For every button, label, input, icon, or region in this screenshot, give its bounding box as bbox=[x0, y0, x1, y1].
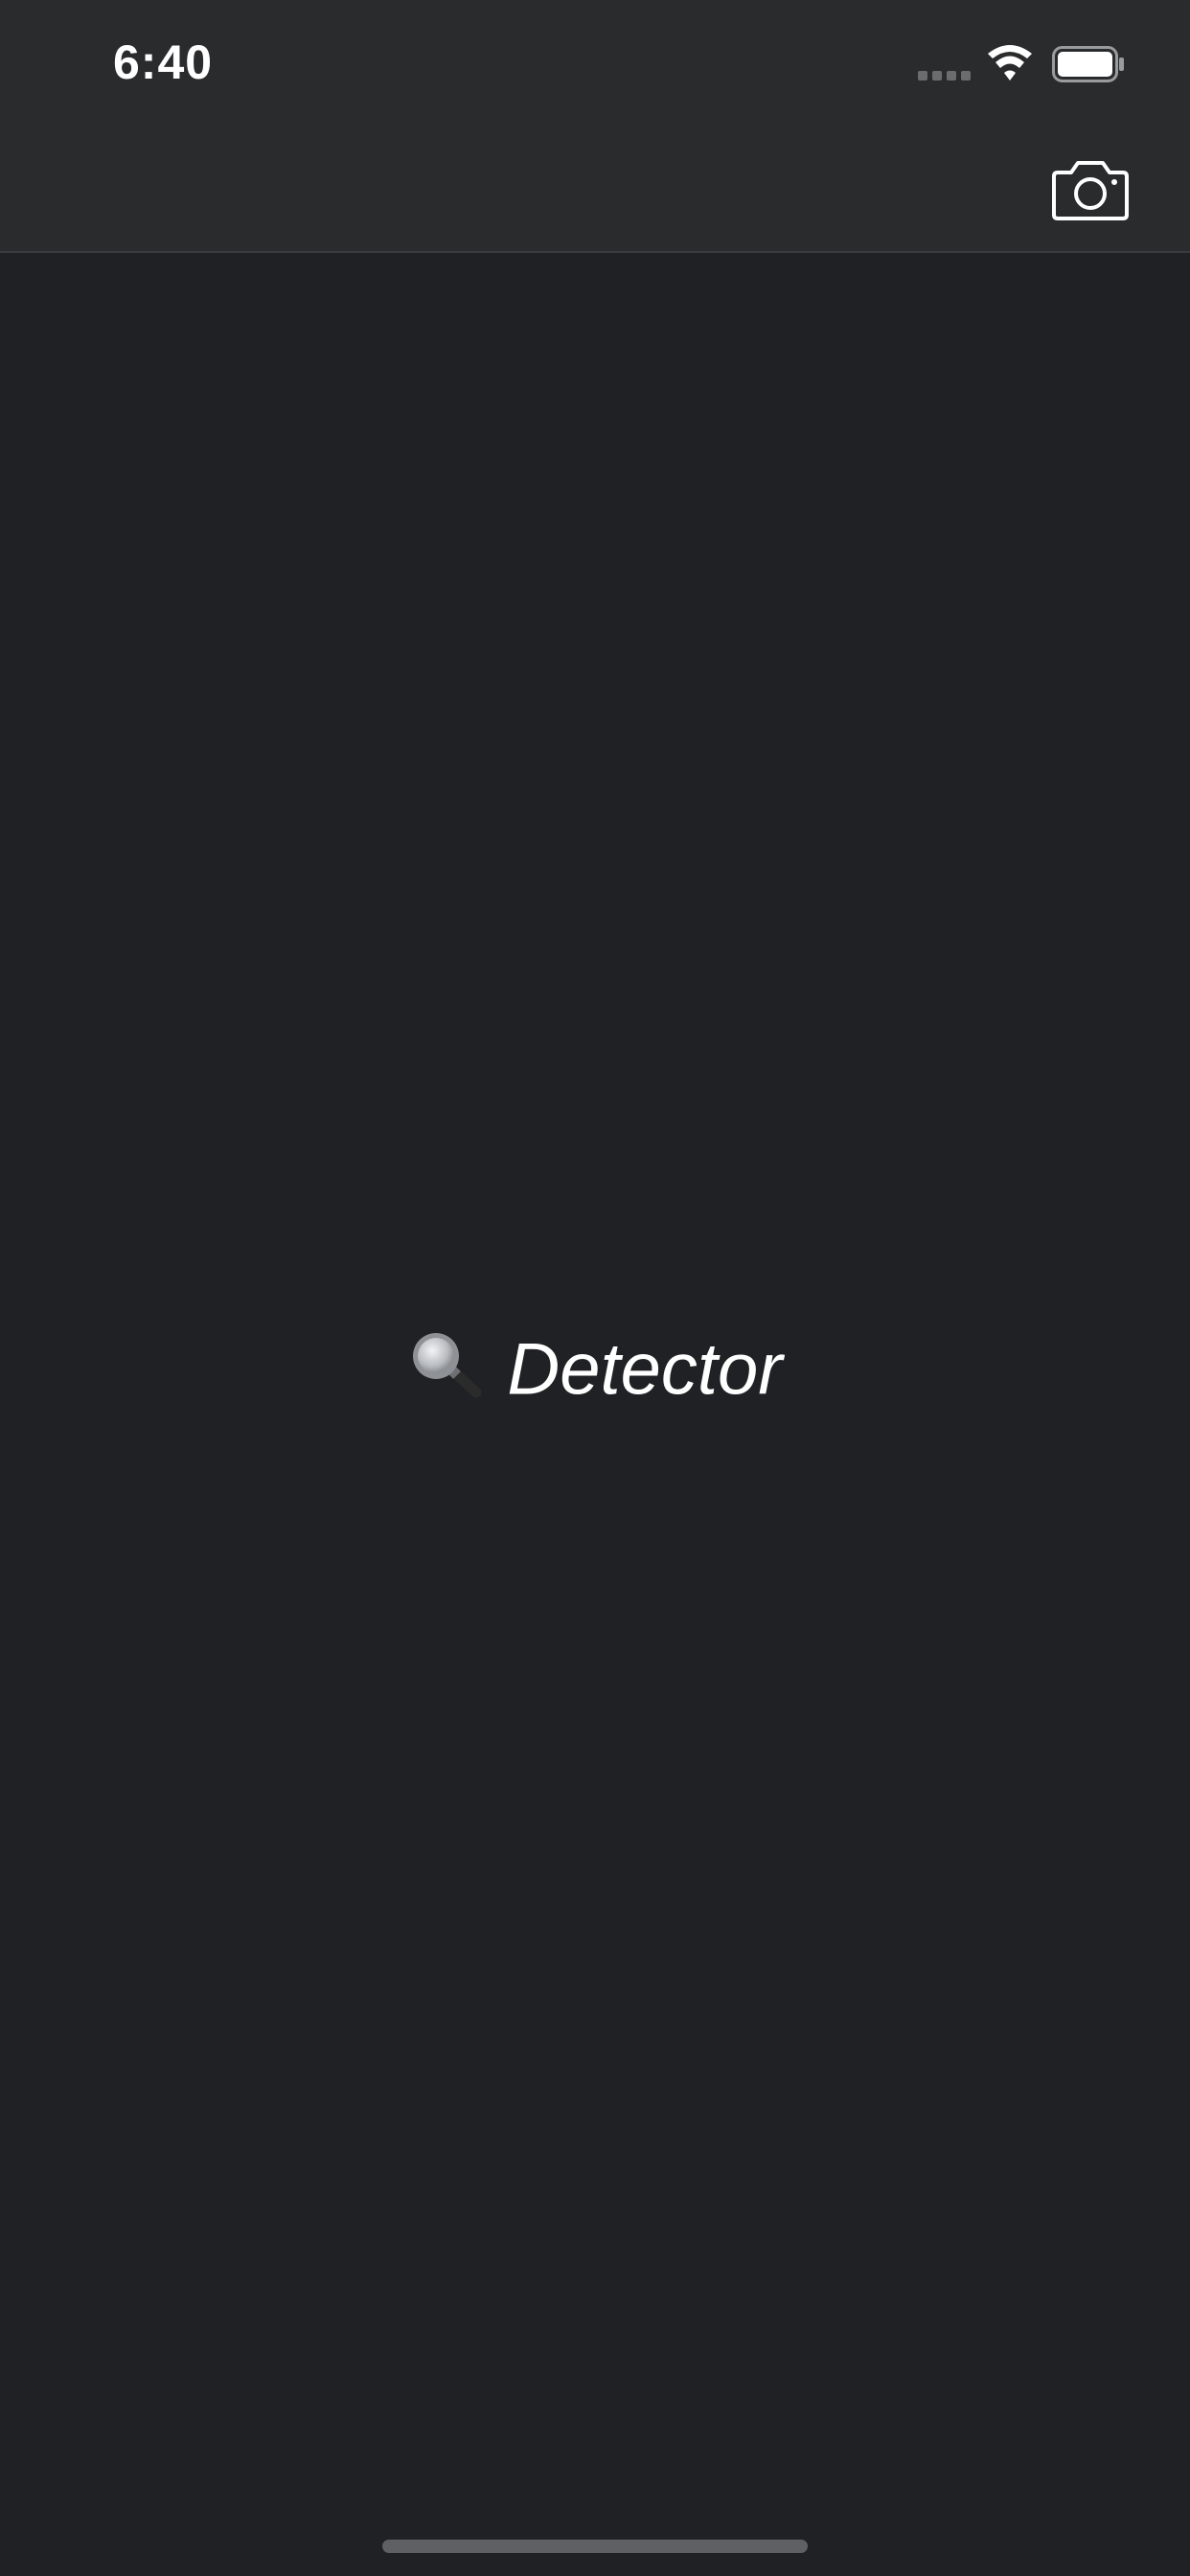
camera-button[interactable] bbox=[1050, 153, 1131, 222]
status-time: 6:40 bbox=[113, 35, 214, 89]
battery-icon bbox=[1052, 46, 1124, 82]
home-indicator[interactable] bbox=[382, 2540, 808, 2553]
top-bar: 6:40 bbox=[0, 0, 1190, 253]
app-title-text: Detector bbox=[507, 1328, 783, 1411]
app-title: Detector bbox=[0, 1322, 1190, 1411]
cellular-signal-icon bbox=[918, 71, 972, 82]
wifi-icon bbox=[988, 45, 1032, 80]
magnifier-icon bbox=[413, 1332, 482, 1398]
